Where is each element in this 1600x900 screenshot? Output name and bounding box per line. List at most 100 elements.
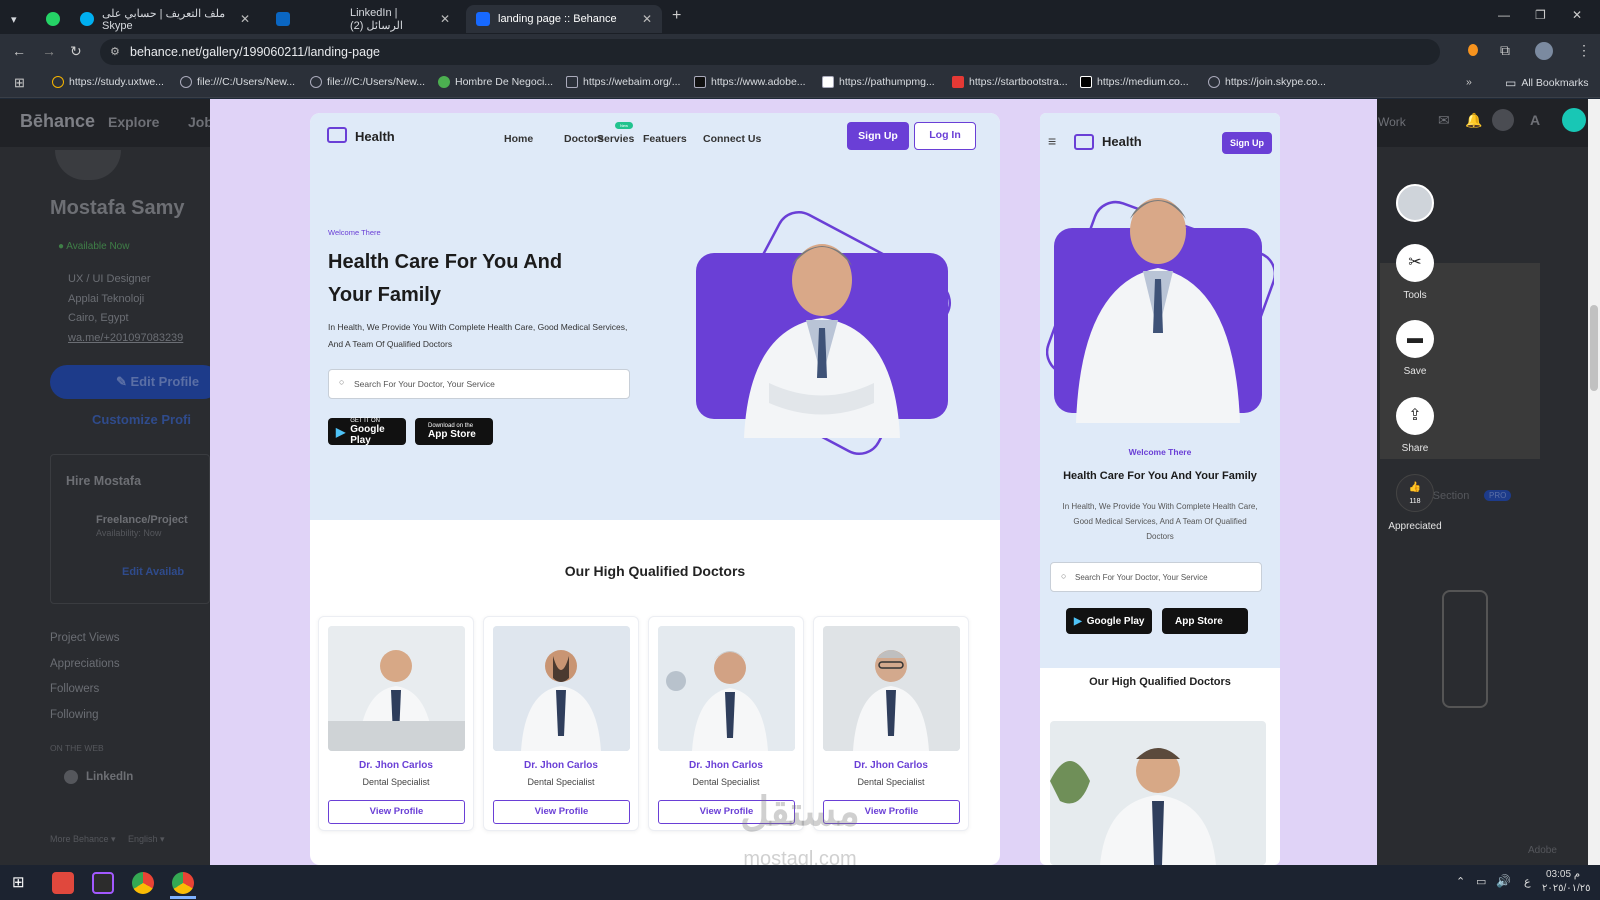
site-info-icon[interactable]: ⚙ <box>110 45 120 58</box>
tools-label: Tools <box>1403 290 1427 301</box>
hamburger-menu-icon[interactable]: ≡ <box>1048 133 1056 149</box>
bookmark-item[interactable]: https://pathumpmg... <box>822 76 935 88</box>
close-icon[interactable]: ✕ <box>240 12 250 26</box>
bookmark-item[interactable]: https://medium.co... <box>1080 76 1189 88</box>
close-icon[interactable]: ✕ <box>440 12 450 26</box>
search-input[interactable]: ○ Search For Your Doctor, Your Service <box>328 369 630 399</box>
avatar[interactable] <box>1492 109 1514 131</box>
share-button[interactable]: ⇪ <box>1396 397 1434 435</box>
tab-linkedin[interactable]: LinkedIn | (الرسائل (2 ✕ <box>300 5 460 33</box>
volume-icon[interactable]: 🔊 <box>1496 874 1511 888</box>
back-icon[interactable]: ← <box>12 43 26 59</box>
bookmark-item[interactable]: https://study.uxtwe... <box>52 76 164 88</box>
clock-date[interactable]: ٢٠٢٥/٠١/٢٥ <box>1542 883 1591 894</box>
restore-button[interactable]: ❐ <box>1535 8 1546 22</box>
nav-connect-us[interactable]: Connect Us <box>703 133 761 145</box>
mail-icon[interactable]: ✉ <box>1438 112 1450 129</box>
scrollbar-thumb[interactable] <box>1590 305 1598 391</box>
tab-skype[interactable]: ملف التعريف | حسابي على Skype ✕ <box>70 5 260 33</box>
mostaql-watermark: مستقل <box>740 790 860 834</box>
more-behance-link[interactable]: More Behance ▾ <box>50 834 116 845</box>
doctor-photo <box>328 626 465 751</box>
save-button[interactable]: ▬ <box>1396 320 1434 358</box>
login-button[interactable]: Log In <box>914 122 976 150</box>
nav-home[interactable]: Home <box>504 133 533 145</box>
network-icon[interactable]: ▭ <box>1476 875 1486 888</box>
doctor-specialty: Dental Specialist <box>857 777 925 787</box>
app-store-button[interactable]: Download on the App Store <box>415 418 493 445</box>
tab-behance[interactable]: landing page :: Behance ✕ <box>466 5 662 33</box>
chat-bubble-icon[interactable] <box>1562 108 1586 132</box>
chrome-icon[interactable] <box>132 872 154 894</box>
explore-menu[interactable]: Explore <box>108 114 159 130</box>
chrome-profile-icon[interactable] <box>172 872 194 894</box>
language-select[interactable]: English ▾ <box>128 834 165 845</box>
mobile-welcome-label: Welcome There <box>1128 447 1192 457</box>
folder-icon: ▬ <box>1407 330 1423 347</box>
windows-start-icon[interactable]: ⊞ <box>12 873 25 891</box>
google-play-button[interactable]: ▶ GET IT ON Google Play <box>328 418 406 446</box>
share-label: Share <box>1401 443 1429 454</box>
clock-time[interactable]: 03:05 م <box>1546 869 1580 880</box>
tools-button[interactable]: ✂ <box>1396 244 1434 282</box>
menu-kebab-icon[interactable]: ⋮ <box>1577 42 1591 59</box>
bookmarks-overflow-icon[interactable]: » <box>1466 76 1472 88</box>
customize-profile-link[interactable]: Customize Profi <box>92 412 191 427</box>
apps-grid-icon[interactable]: ⊞ <box>14 75 25 91</box>
forward-icon[interactable]: → <box>42 43 56 59</box>
new-tab-button[interactable]: + <box>672 7 681 25</box>
anydesk-icon[interactable] <box>52 872 74 894</box>
all-bookmarks-folder[interactable]: ▭ All Bookmarks <box>1505 76 1588 90</box>
bookmark-item[interactable]: https://www.adobe... <box>694 76 806 88</box>
extensions-puzzle-icon[interactable]: ⧉ <box>1500 42 1510 59</box>
reload-icon[interactable]: ↻ <box>70 43 82 60</box>
minimize-button[interactable]: — <box>1498 8 1510 22</box>
adobe-footer-label: Adobe <box>1528 845 1557 856</box>
author-avatar[interactable] <box>1396 184 1434 222</box>
mobile-search-input[interactable]: ○ Search For Your Doctor, Your Service <box>1050 562 1262 592</box>
bookmark-item[interactable]: https://startbootstra... <box>952 76 1068 88</box>
bookmark-item[interactable]: https://webaim.org/... <box>566 76 680 88</box>
mobile-app-store-button[interactable]: App Store <box>1162 608 1248 634</box>
close-icon[interactable]: ✕ <box>642 12 652 26</box>
edit-profile-button[interactable]: ✎ Edit Profile <box>50 365 220 399</box>
input-language[interactable]: ع <box>1524 875 1531 888</box>
search-icon: ○ <box>1061 571 1067 581</box>
url-field[interactable]: behance.net/gallery/199060211/landing-pa… <box>100 39 1440 65</box>
share-icon: ⇪ <box>1408 407 1422 424</box>
signup-button[interactable]: Sign Up <box>847 122 909 150</box>
save-label: Save <box>1403 366 1427 377</box>
linkedin-link[interactable]: LinkedIn <box>64 770 133 784</box>
hero-paragraph: In Health, We Provide You With Complete … <box>328 322 628 349</box>
behance-logo[interactable]: Bēhance <box>20 111 95 132</box>
tab-search-button[interactable]: ▾ <box>6 5 30 33</box>
tray-arrow-icon[interactable]: ⌃ <box>1456 875 1465 888</box>
view-profile-button[interactable]: View Profile <box>493 800 630 824</box>
page-scrollbar[interactable] <box>1588 99 1600 865</box>
skype-icon <box>80 12 94 26</box>
bookmark-item[interactable]: file:///C:/Users/New... <box>310 76 425 88</box>
tab-linkedin-pinned[interactable] <box>266 5 292 33</box>
mobile-google-play-button[interactable]: ▶ Google Play <box>1066 608 1152 634</box>
window-close-button[interactable]: ✕ <box>1572 8 1582 22</box>
view-profile-button[interactable]: View Profile <box>328 800 465 824</box>
nav-services[interactable]: Servies <box>597 133 634 145</box>
bookmark-item[interactable]: https://join.skype.co... <box>1208 76 1326 88</box>
tab-whatsapp[interactable] <box>36 5 62 33</box>
nav-features[interactable]: Featuers <box>643 133 687 145</box>
figma-icon[interactable] <box>92 872 114 894</box>
extension-icon[interactable] <box>1468 44 1478 56</box>
bookmark-item[interactable]: Hombre De Negoci... <box>438 76 553 88</box>
profile-details: UX / UI Designer Applai Teknoloji Cairo,… <box>68 273 184 344</box>
profile-avatar[interactable] <box>1535 42 1553 60</box>
bookmark-item[interactable]: file:///C:/Users/New... <box>180 76 295 88</box>
mobile-signup-button[interactable]: Sign Up <box>1222 132 1272 154</box>
bell-icon[interactable]: 🔔 <box>1465 112 1482 129</box>
doctor-name: Dr. Jhon Carlos <box>524 760 598 771</box>
edit-availability-link[interactable]: Edit Availab <box>122 566 184 578</box>
appreciate-button[interactable]: 👍 118 <box>1396 474 1434 512</box>
hero-headline: Health Care For You And Your Family <box>328 251 563 306</box>
doctor-photo <box>493 626 630 751</box>
work-link[interactable]: Work <box>1378 115 1406 129</box>
tab-strip: ▾ ملف التعريف | حسابي على Skype ✕ LinkedI… <box>0 0 1600 34</box>
